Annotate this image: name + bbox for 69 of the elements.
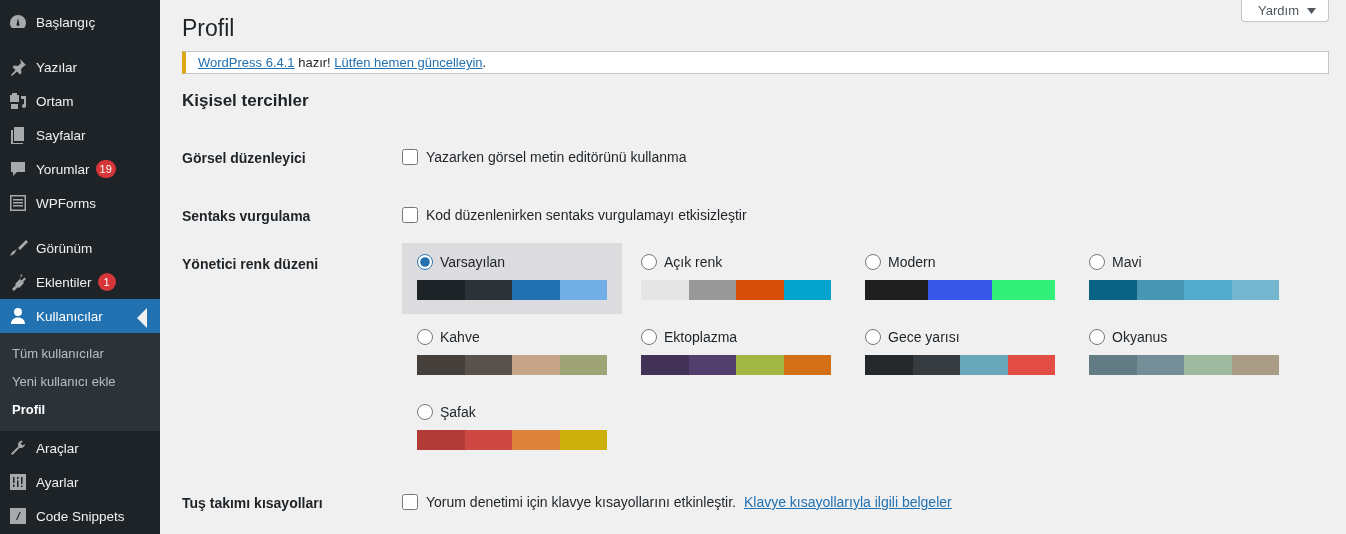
update-link[interactable]: Lütfen hemen güncelleyin <box>334 55 483 70</box>
scheme-name: Okyanus <box>1112 329 1168 345</box>
radio-button[interactable] <box>641 329 657 345</box>
sidebar-menu-item[interactable]: Kullanıcılar <box>0 299 160 333</box>
setting-label: Sentaks vurgulama <box>182 207 312 225</box>
radio-button[interactable] <box>1089 329 1105 345</box>
speech-bubble-icon <box>8 159 28 179</box>
sidebar-menu-item[interactable]: Eklentiler 1 <box>0 265 160 299</box>
color-scheme-option[interactable]: Gece yarısı <box>850 318 1070 389</box>
version-link[interactable]: WordPress 6.4.1 <box>198 55 295 70</box>
help-button[interactable]: Yardım <box>1241 0 1329 22</box>
scheme-name: Kahve <box>440 329 480 345</box>
scheme-name: Modern <box>888 254 936 270</box>
sidebar-menu-item[interactable]: WPForms <box>0 186 160 220</box>
scheme-name: Ektoplazma <box>664 329 738 345</box>
checkbox-label: Kod düzenlenirken sentaks vurgulamayı etkisizleştir <box>426 207 747 223</box>
color-scheme-option[interactable]: Şafak <box>402 393 622 464</box>
radio-button[interactable] <box>865 329 881 345</box>
scheme-name: Şafak <box>440 404 476 420</box>
color-scheme-option[interactable]: Modern <box>850 243 1070 314</box>
radio-button[interactable] <box>417 254 433 270</box>
sidebar-menu-item[interactable]: Ortam <box>0 84 160 118</box>
scheme-name: Açık renk <box>664 254 723 270</box>
checkbox[interactable] <box>402 207 418 223</box>
sidebar-menu-item[interactable]: Araçlar <box>0 431 160 465</box>
sliders-icon <box>8 472 28 492</box>
notice-text: WordPress 6.4.1 hazır! Lütfen hemen güncelleyin. <box>198 54 488 71</box>
scheme-name: Gece yarısı <box>888 329 960 345</box>
sidebar-menu-item[interactable]: Code Snippets <box>0 499 160 533</box>
paintbrush-icon <box>8 238 28 258</box>
setting-label: Tuş takımı kısayolları <box>182 494 324 512</box>
color-scheme-option[interactable]: Kahve <box>402 318 622 389</box>
color-scheme-option[interactable]: Okyanus <box>1074 318 1294 389</box>
color-scheme-option[interactable]: Varsayılan <box>402 243 622 314</box>
sidebar-menu-item[interactable]: Başlangıç <box>0 5 160 39</box>
setting-label: Yönetici renk düzeni <box>182 255 320 273</box>
color-scheme-option[interactable]: Açık renk <box>626 243 846 314</box>
radio-button[interactable] <box>417 404 433 420</box>
sidebar-menu-item[interactable]: Yazılar <box>0 50 160 84</box>
checkbox-label: Yazarken görsel metin editörünü kullanma <box>426 149 687 165</box>
color-scheme-option[interactable]: Mavi <box>1074 243 1294 314</box>
checkbox-label: Yorum denetimi için klavye kısayollarını etkinleştir. <box>426 494 736 510</box>
docs-link[interactable]: Klavye kısayollarıyla ilgili belgeler <box>743 494 952 510</box>
sidebar-menu-item[interactable]: Yorumlar 19 <box>0 152 160 186</box>
caret-icon <box>1307 7 1316 14</box>
scheme-name: Varsayılan <box>440 254 506 270</box>
pin-icon <box>8 57 28 77</box>
submenu-item[interactable]: Profil <box>0 396 160 424</box>
submenu-item[interactable]: Tüm kullanıcılar <box>0 340 160 368</box>
page-title: Profil <box>182 14 235 43</box>
submenu-item[interactable]: Yeni kullanıcı ekle <box>0 368 160 396</box>
radio-button[interactable] <box>417 329 433 345</box>
sidebar-menu-item[interactable]: Görünüm <box>0 231 160 265</box>
form-icon <box>8 193 28 213</box>
user-icon <box>8 306 28 326</box>
sidebar-menu-item[interactable]: Sayfalar <box>0 118 160 152</box>
checkbox[interactable] <box>402 149 418 165</box>
radio-button[interactable] <box>865 254 881 270</box>
media-icon <box>8 91 28 111</box>
section-title: Kişisel tercihler <box>182 90 310 112</box>
scheme-name: Mavi <box>1112 254 1142 270</box>
setting-label: Görsel düzenleyici <box>182 149 307 167</box>
code-icon <box>8 506 28 526</box>
sidebar-menu-item[interactable]: Ayarlar <box>0 465 160 499</box>
radio-button[interactable] <box>641 254 657 270</box>
radio-button[interactable] <box>1089 254 1105 270</box>
wrench-icon <box>8 438 28 458</box>
checkbox[interactable] <box>402 494 418 510</box>
color-scheme-option[interactable]: Ektoplazma <box>626 318 846 389</box>
